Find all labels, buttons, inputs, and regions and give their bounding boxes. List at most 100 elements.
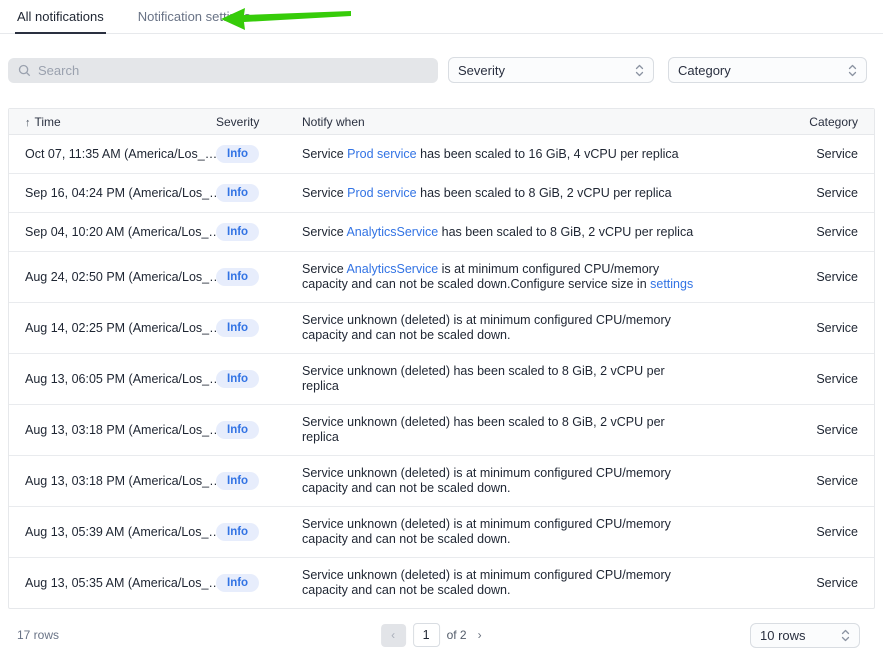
row-category: Service	[762, 576, 858, 590]
page-number-input[interactable]	[413, 623, 440, 647]
table-row[interactable]: Sep 04, 10:20 AM (America/Los_… Info Ser…	[9, 213, 874, 252]
row-message: Service unknown (deleted) is at minimum …	[302, 517, 704, 547]
tabs: All notificationsNotification settings	[0, 0, 883, 33]
chevron-up-down-icon	[841, 629, 850, 642]
table-row[interactable]: Aug 13, 05:35 AM (America/Los_… Info Ser…	[9, 558, 874, 608]
row-message: Service AnalyticsService is at minimum c…	[302, 262, 704, 292]
row-category: Service	[762, 423, 858, 437]
chevron-up-down-icon	[848, 64, 857, 77]
row-message: Service unknown (deleted) has been scale…	[302, 364, 704, 394]
table-row[interactable]: Oct 07, 11:35 AM (America/Los_… Info Ser…	[9, 135, 874, 174]
row-severity: Info	[216, 319, 302, 337]
row-category: Service	[762, 525, 858, 539]
severity-badge: Info	[216, 268, 259, 286]
table-row[interactable]: Aug 13, 03:18 PM (America/Los_… Info Ser…	[9, 456, 874, 507]
row-category: Service	[762, 474, 858, 488]
next-page-button[interactable]: ›	[474, 626, 486, 644]
row-category: Service	[762, 186, 858, 200]
tab-bar: All notificationsNotification settings	[0, 0, 883, 34]
message-link[interactable]: Prod service	[347, 147, 416, 161]
table-row[interactable]: Sep 16, 04:24 PM (America/Los_… Info Ser…	[9, 174, 874, 213]
row-category: Service	[762, 372, 858, 386]
column-header-time[interactable]: ↑Time	[25, 115, 216, 129]
message-text: Service	[302, 225, 346, 239]
row-time: Aug 24, 02:50 PM (America/Los_…	[25, 270, 216, 284]
green-arrow-annotation-icon	[218, 3, 354, 33]
table-body: Oct 07, 11:35 AM (America/Los_… Info Ser…	[9, 135, 874, 608]
category-filter-select[interactable]: Category	[668, 57, 867, 83]
table-row[interactable]: Aug 13, 05:39 AM (America/Los_… Info Ser…	[9, 507, 874, 558]
message-text: Service unknown (deleted) has been scale…	[302, 364, 665, 393]
message-text: Service unknown (deleted) is at minimum …	[302, 313, 671, 342]
page-size-select[interactable]: 10 rows	[750, 623, 860, 648]
message-link[interactable]: settings	[650, 277, 693, 291]
message-text: Service unknown (deleted) has been scale…	[302, 415, 665, 444]
message-text: has been scaled to 16 GiB, 4 vCPU per re…	[417, 147, 679, 161]
message-text: Service unknown (deleted) is at minimum …	[302, 466, 671, 495]
row-severity: Info	[216, 223, 302, 241]
row-time: Sep 16, 04:24 PM (America/Los_…	[25, 186, 216, 200]
sort-ascending-icon: ↑	[25, 117, 31, 129]
severity-badge: Info	[216, 145, 259, 163]
page-size-label: 10 rows	[760, 628, 806, 643]
row-time: Sep 04, 10:20 AM (America/Los_…	[25, 225, 216, 239]
row-severity: Info	[216, 184, 302, 202]
row-time: Aug 13, 03:18 PM (America/Los_…	[25, 423, 216, 437]
column-header-severity: Severity	[216, 115, 302, 129]
table-header: ↑Time Severity Notify when Category	[9, 109, 874, 135]
row-time: Oct 07, 11:35 AM (America/Los_…	[25, 147, 216, 161]
message-link[interactable]: AnalyticsService	[346, 262, 438, 276]
row-time: Aug 13, 03:18 PM (America/Los_…	[25, 474, 216, 488]
chevron-up-down-icon	[635, 64, 644, 77]
message-text: Service	[302, 262, 346, 276]
column-header-category: Category	[762, 115, 858, 129]
severity-badge: Info	[216, 421, 259, 439]
row-time: Aug 13, 05:39 AM (America/Los_…	[25, 525, 216, 539]
message-text: has been scaled to 8 GiB, 2 vCPU per rep…	[417, 186, 672, 200]
table-row[interactable]: Aug 24, 02:50 PM (America/Los_… Info Ser…	[9, 252, 874, 303]
severity-badge: Info	[216, 184, 259, 202]
search-box[interactable]	[8, 58, 438, 83]
pagination: ‹ of 2 ›	[381, 623, 486, 647]
row-category: Service	[762, 147, 858, 161]
filter-bar: Severity Category	[8, 57, 875, 83]
notifications-table: ↑Time Severity Notify when Category Oct …	[8, 108, 875, 609]
row-severity: Info	[216, 421, 302, 439]
row-time: Aug 14, 02:25 PM (America/Los_…	[25, 321, 216, 335]
row-message: Service unknown (deleted) has been scale…	[302, 415, 704, 445]
row-severity: Info	[216, 574, 302, 592]
row-severity: Info	[216, 268, 302, 286]
row-message: Service unknown (deleted) is at minimum …	[302, 466, 704, 496]
row-severity: Info	[216, 370, 302, 388]
table-row[interactable]: Aug 13, 03:18 PM (America/Los_… Info Ser…	[9, 405, 874, 456]
message-link[interactable]: Prod service	[347, 186, 416, 200]
row-time: Aug 13, 05:35 AM (America/Los_…	[25, 576, 216, 590]
table-row[interactable]: Aug 13, 06:05 PM (America/Los_… Info Ser…	[9, 354, 874, 405]
table-row[interactable]: Aug 14, 02:25 PM (America/Los_… Info Ser…	[9, 303, 874, 354]
tab-all-notifications[interactable]: All notifications	[17, 0, 104, 33]
severity-badge: Info	[216, 319, 259, 337]
category-filter-label: Category	[678, 63, 731, 78]
page-total-label: of 2	[447, 628, 467, 642]
message-link[interactable]: AnalyticsService	[346, 225, 438, 239]
severity-badge: Info	[216, 472, 259, 490]
previous-page-button[interactable]: ‹	[381, 624, 406, 647]
message-text: Service unknown (deleted) is at minimum …	[302, 568, 671, 597]
severity-badge: Info	[216, 574, 259, 592]
row-message: Service unknown (deleted) is at minimum …	[302, 568, 704, 598]
severity-badge: Info	[216, 523, 259, 541]
row-category: Service	[762, 225, 858, 239]
severity-filter-select[interactable]: Severity	[448, 57, 654, 83]
row-message: Service Prod service has been scaled to …	[302, 147, 704, 162]
row-message: Service unknown (deleted) is at minimum …	[302, 313, 704, 343]
search-icon	[18, 64, 31, 77]
row-severity: Info	[216, 145, 302, 163]
table-footer: 17 rows ‹ of 2 › 10 rows	[8, 609, 875, 661]
row-category: Service	[762, 270, 858, 284]
severity-filter-label: Severity	[458, 63, 505, 78]
message-text: Service	[302, 186, 347, 200]
row-severity: Info	[216, 472, 302, 490]
row-message: Service Prod service has been scaled to …	[302, 186, 704, 201]
search-input[interactable]	[38, 63, 428, 78]
row-count-label: 17 rows	[8, 628, 59, 642]
